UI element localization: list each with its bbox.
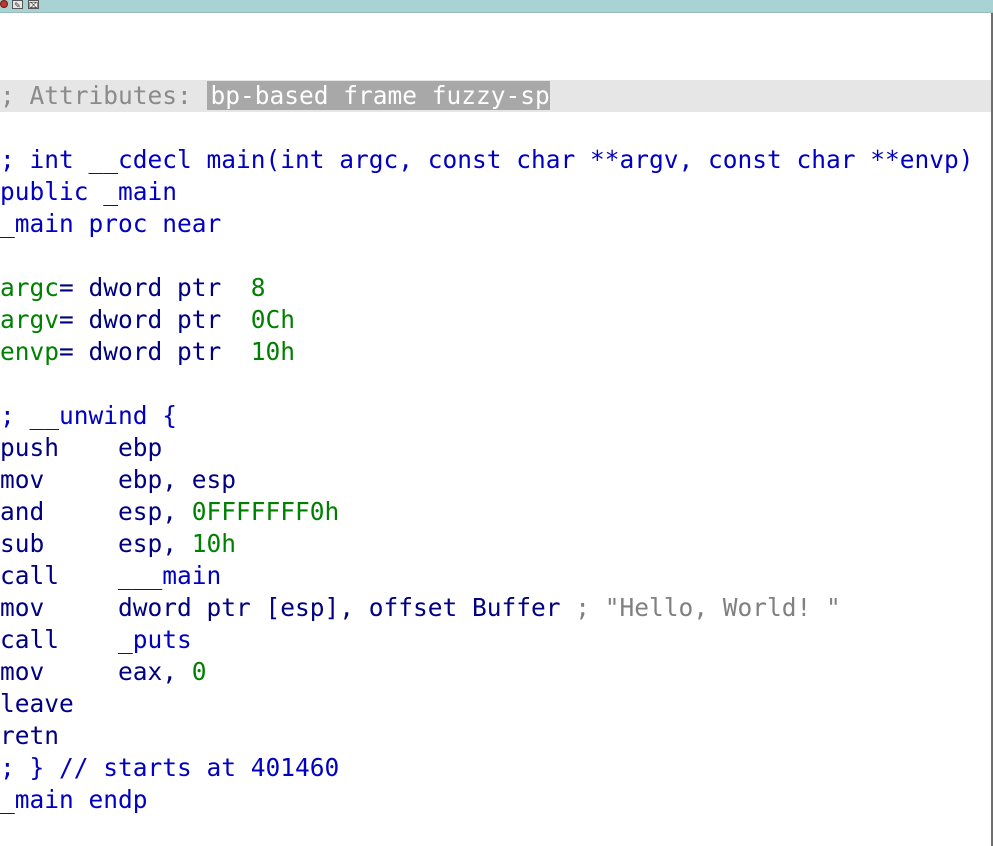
attributes-prefix: ; Attributes: [0,81,207,110]
immediate: 0FFFFFFF0h [191,497,340,526]
disassembly-listing[interactable]: ; Attributes: bp-based frame fuzzy-sp ; … [0,80,991,816]
mnemonic: leave [0,689,74,718]
mnemonic: call [0,561,119,590]
var-line-argc: argc= dword ptr 8 [0,272,991,304]
var-decl: = dword ptr [59,273,251,302]
instruction-line[interactable]: mov ebp, esp [0,464,991,496]
title-bar: ✎ ⌧ [0,0,993,13]
immediate: 0 [191,657,207,686]
instruction-line[interactable]: push ebp [0,432,991,464]
unwind-begin: ; __unwind { [0,401,178,430]
instruction-line[interactable]: call _puts [0,624,991,656]
instruction-line[interactable]: sub esp, 10h [0,528,991,560]
unwind-end: ; } // starts at 401460 [0,753,340,782]
instruction-line[interactable]: mov dword ptr [esp], offset Buffer ; "He… [0,592,991,624]
operand: esp, [118,497,192,526]
var-offset: 10h [250,337,296,366]
mnemonic: and [0,497,119,526]
call-target[interactable]: _puts [118,625,192,654]
endp-decl: _main endp [0,785,148,814]
var-line-envp: envp= dword ptr 10h [0,336,991,368]
disassembly-window: ✎ ⌧ ; Attributes: bp-based frame fuzzy-s… [0,0,993,846]
operand: dword ptr [esp], offset Buffer [118,593,576,622]
instruction-line[interactable]: call ___main [0,560,991,592]
mnemonic: mov [0,465,119,494]
mnemonic: retn [0,721,60,750]
public-decl: public _main [0,177,178,206]
operand: ebp, esp [118,465,237,494]
mnemonic: sub [0,529,119,558]
picture-icon[interactable]: ⌧ [28,0,39,10]
var-name: argv [0,305,60,334]
attributes-line: ; Attributes: bp-based frame fuzzy-sp [0,80,991,112]
stop-icon[interactable] [0,0,8,8]
instruction-line[interactable]: retn [0,720,991,752]
mnemonic: mov [0,657,119,686]
var-offset: 8 [250,273,266,302]
mnemonic: push [0,433,119,462]
var-name: argc [0,273,60,302]
immediate: 10h [191,529,237,558]
var-decl: = dword ptr [59,337,251,366]
operand: ebp [118,433,163,462]
instruction-line[interactable]: and esp, 0FFFFFFF0h [0,496,991,528]
mnemonic: mov [0,593,119,622]
function-signature: ; int __cdecl main(int argc, const char … [0,145,974,174]
attributes-value: bp-based frame fuzzy-sp [206,81,550,110]
proc-decl: _main proc near [0,209,222,238]
var-line-argv: argv= dword ptr 0Ch [0,304,991,336]
mnemonic: call [0,625,119,654]
instruction-line[interactable]: leave [0,688,991,720]
instruction-line[interactable]: mov eax, 0 [0,656,991,688]
var-offset: 0Ch [250,305,296,334]
string-comment: ; "Hello, World! " [575,593,841,622]
operand: eax, [118,657,192,686]
call-target[interactable]: ___main [118,561,221,590]
var-decl: = dword ptr [59,305,251,334]
operand: esp, [118,529,192,558]
edit-icon[interactable]: ✎ [12,0,23,10]
var-name: envp [0,337,60,366]
